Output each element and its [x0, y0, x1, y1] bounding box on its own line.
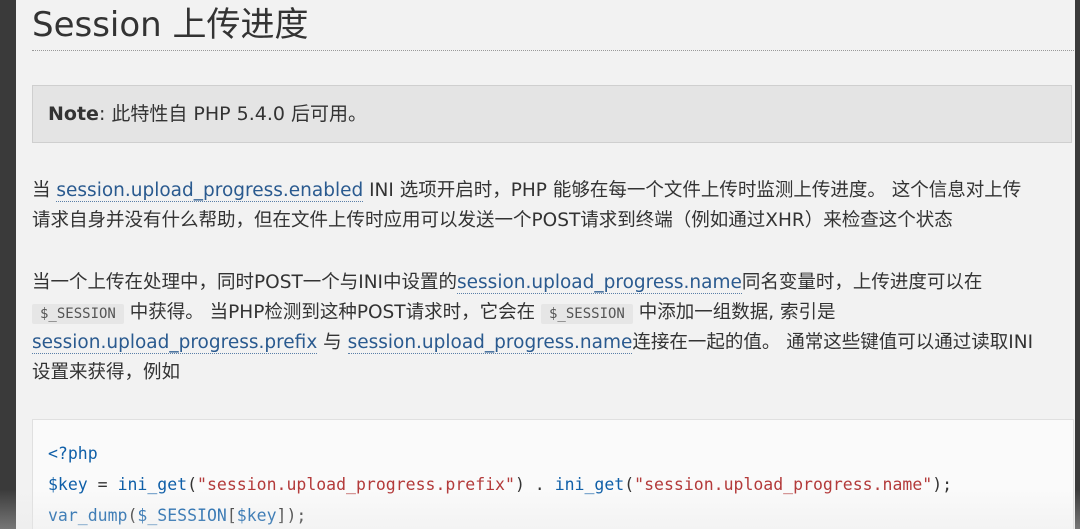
paragraph-session-data: 当一个上传在处理中，同时POST一个与INI中设置的session.upload…	[32, 268, 1080, 388]
session-line2-mid: 中获得。 当PHP检测到这种POST请求时，它会在	[123, 302, 541, 323]
note-box: Note: 此特性自 PHP 5.4.0 后可用。	[32, 85, 1072, 143]
section-title: Session 上传进度	[32, 0, 1074, 51]
paragraph-session-line-3: session.upload_progress.prefix 与 session…	[32, 328, 1080, 358]
code-paren-open-2: (	[624, 475, 635, 494]
inline-code-session-2: $_SESSION	[541, 304, 633, 324]
doc-content: Session 上传进度 Note: 此特性自 PHP 5.4.0 后可用。 当…	[32, 0, 1074, 529]
right-window-edge	[1075, 0, 1080, 529]
code-arg-name: "session.upload_progress.name"	[634, 475, 933, 494]
intro-line1-rest: INI 选项开启时，PHP 能够在每一个文件上传时监测上传进度。 这个信息对上传	[363, 180, 1022, 201]
paragraph-session-line-4: 设置来获得，例如	[32, 362, 181, 383]
note-text: : 此特性自 PHP 5.4.0 后可用。	[98, 103, 368, 125]
code-fn-ini-get-1: ini_get	[117, 475, 188, 494]
session-line1-rest: 同名变量时，上传进度可以在	[741, 272, 983, 293]
intro-prefix: 当	[32, 180, 57, 201]
link-upload-progress-name[interactable]: session.upload_progress.name	[457, 272, 742, 294]
session-line2-rest: 中添加一组数据, 索引是	[632, 302, 836, 323]
code-paren-close-1: )	[514, 475, 525, 494]
code-assign: =	[87, 475, 118, 494]
link-upload-progress-name-2[interactable]: session.upload_progress.name	[347, 332, 633, 354]
paragraph-session-line-1: 当一个上传在处理中，同时POST一个与INI中设置的session.upload…	[32, 268, 1080, 298]
code-example: <?php $key = ini_get("session.upload_pro…	[32, 419, 1074, 529]
paragraph-session-line-2: $_SESSION 中获得。 当PHP检测到这种POST请求时，它会在 $_SE…	[32, 298, 1080, 328]
link-upload-progress-enabled[interactable]: session.upload_progress.enabled	[56, 180, 364, 202]
code-session-var: $_SESSION	[137, 506, 227, 525]
code-arg-prefix: "session.upload_progress.prefix"	[197, 475, 515, 494]
code-paren-open-1: (	[187, 475, 198, 494]
page: Session 上传进度 Note: 此特性自 PHP 5.4.0 后可用。 当…	[0, 0, 1080, 529]
code-key-var: $key	[236, 506, 277, 525]
code-var-key: $key	[48, 475, 88, 494]
code-paren-open-3: (	[127, 506, 138, 525]
session-line1-prefix: 当一个上传在处理中，同时POST一个与INI中设置的	[32, 272, 458, 293]
link-upload-progress-prefix[interactable]: session.upload_progress.prefix	[32, 332, 318, 354]
code-fn-ini-get-2: ini_get	[554, 475, 625, 494]
paragraph-intro-line-2: 请求自身并没有什么帮助，但在文件上传时应用可以发送一个POST请求到终端（例如通…	[32, 210, 953, 231]
paragraph-intro: 当 session.upload_progress.enabled INI 选项…	[32, 176, 1080, 236]
code-open-tag: <?php	[48, 444, 98, 463]
code-fn-var-dump: var_dump	[48, 506, 128, 525]
note-label: Note	[48, 103, 99, 125]
inline-code-session: $_SESSION	[32, 304, 124, 324]
code-concat: .	[524, 475, 555, 494]
paragraph-intro-line-1: 当 session.upload_progress.enabled INI 选项…	[32, 176, 1080, 206]
session-line3-rest: 连接在一起的值。 通常这些键值可以通过读取INI	[632, 332, 1034, 353]
code-bracket-open: [	[226, 506, 237, 525]
code-end-2: ]);	[276, 506, 307, 525]
session-line3-mid: 与	[317, 332, 348, 353]
left-window-edge	[0, 0, 16, 529]
code-end-1: );	[932, 475, 953, 494]
